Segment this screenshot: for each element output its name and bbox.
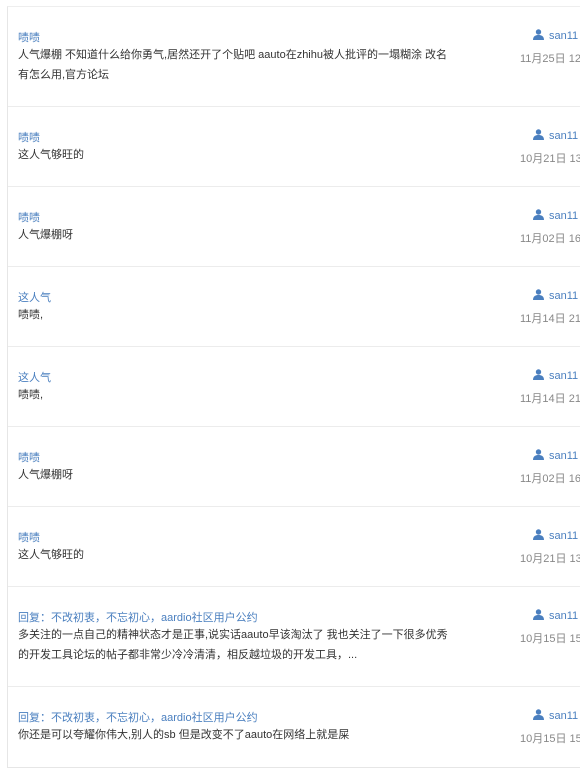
post-meta: san11 11月25日 12 (520, 29, 580, 66)
list-item: 啧啧 这人气够旺的 san11 10月21日 13 (8, 507, 580, 587)
post-content: 啧啧, (18, 309, 44, 321)
author-name: san11 (549, 30, 579, 42)
list-item: 啧啧 人气爆棚 不知道什么给你勇气,居然还开了个贴吧 aauto在zhihu被人… (8, 7, 580, 107)
post-content: 这人气够旺的 (18, 549, 84, 561)
post-meta: san11 11月02日 16 (520, 209, 580, 246)
post-title-link[interactable]: 啧啧 (18, 529, 40, 545)
post-date: 10月15日 15 (520, 733, 580, 745)
author-link[interactable]: san11 (520, 609, 580, 623)
post-content: 人气爆棚 不知道什么给你勇气,居然还开了个贴吧 aauto在zhihu被人批评的… (18, 49, 448, 81)
author-link[interactable]: san11 (520, 129, 580, 143)
list-item: 啧啧 人气爆棚呀 san11 11月02日 16 (8, 427, 580, 507)
post-title-link[interactable]: 回复：不改初衷，不忘初心，aardio社区用户公约 (18, 709, 258, 725)
post-meta: san11 11月14日 21 (520, 369, 580, 406)
author-link[interactable]: san11 (520, 449, 580, 463)
user-icon (533, 369, 544, 380)
post-content: 啧啧, (18, 389, 44, 401)
post-date: 11月02日 16 (520, 233, 580, 245)
post-content: 人气爆棚呀 (18, 229, 73, 241)
post-date: 10月21日 13 (520, 553, 580, 565)
post-date: 10月21日 13 (520, 153, 580, 165)
author-link[interactable]: san11 (520, 209, 580, 223)
list-item: 回复：不改初衷，不忘初心，aardio社区用户公约 你还是可以夸耀你伟大,别人的… (8, 687, 580, 766)
post-title-link[interactable]: 回复：不改初衷，不忘初心，aardio社区用户公约 (18, 609, 258, 625)
list-item: 啧啧 人气爆棚呀 san11 11月02日 16 (8, 187, 580, 267)
post-meta: san11 10月15日 15 (520, 609, 580, 646)
post-content: 人气爆棚呀 (18, 469, 73, 481)
post-date: 11月02日 16 (520, 473, 580, 485)
post-title-link[interactable]: 啧啧 (18, 209, 40, 225)
post-date: 11月14日 21 (520, 313, 580, 325)
author-link[interactable]: san11 (520, 369, 580, 383)
post-content: 这人气够旺的 (18, 149, 84, 161)
post-title-link[interactable]: 啧啧 (18, 449, 40, 465)
post-meta: san11 10月15日 15 (520, 709, 580, 746)
post-title-link[interactable]: 这人气 (18, 289, 51, 305)
list-item: 回复：不改初衷，不忘初心，aardio社区用户公约 多关注的一点自己的精神状态才… (8, 587, 580, 687)
post-date: 11月25日 12 (520, 53, 580, 65)
author-name: san11 (549, 610, 579, 622)
author-link[interactable]: san11 (520, 709, 580, 723)
post-title-link[interactable]: 这人气 (18, 369, 51, 385)
post-content: 多关注的一点自己的精神状态才是正事,说实话aauto早该淘汰了 我也关注了一下很… (18, 629, 448, 661)
user-icon (533, 709, 544, 720)
user-icon (533, 289, 544, 300)
post-meta: san11 11月02日 16 (520, 449, 580, 486)
author-name: san11 (549, 530, 579, 542)
user-icon (533, 209, 544, 220)
author-link[interactable]: san11 (520, 29, 580, 43)
post-meta: san11 10月21日 13 (520, 529, 580, 566)
post-date: 11月14日 21 (520, 393, 580, 405)
user-icon (533, 609, 544, 620)
author-name: san11 (549, 210, 579, 222)
user-icon (533, 29, 544, 40)
author-link[interactable]: san11 (520, 529, 580, 543)
author-name: san11 (549, 450, 579, 462)
author-link[interactable]: san11 (520, 289, 580, 303)
author-name: san11 (549, 130, 579, 142)
post-title-link[interactable]: 啧啧 (18, 129, 40, 145)
list-item: 这人气 啧啧, san11 11月14日 21 (8, 347, 580, 427)
list-item: 啧啧 这人气够旺的 san11 10月21日 13 (8, 107, 580, 187)
post-content: 你还是可以夸耀你伟大,别人的sb 但是改变不了aauto在网络上就是屎 (18, 729, 350, 741)
post-list: 啧啧 人气爆棚 不知道什么给你勇气,居然还开了个贴吧 aauto在zhihu被人… (7, 6, 580, 768)
post-title-link[interactable]: 啧啧 (18, 29, 40, 45)
user-icon (533, 449, 544, 460)
author-name: san11 (549, 710, 579, 722)
user-icon (533, 529, 544, 540)
list-item: 这人气 啧啧, san11 11月14日 21 (8, 267, 580, 347)
post-meta: san11 11月14日 21 (520, 289, 580, 326)
post-meta: san11 10月21日 13 (520, 129, 580, 166)
user-icon (533, 129, 544, 140)
author-name: san11 (549, 290, 579, 302)
author-name: san11 (549, 370, 579, 382)
post-date: 10月15日 15 (520, 633, 580, 645)
